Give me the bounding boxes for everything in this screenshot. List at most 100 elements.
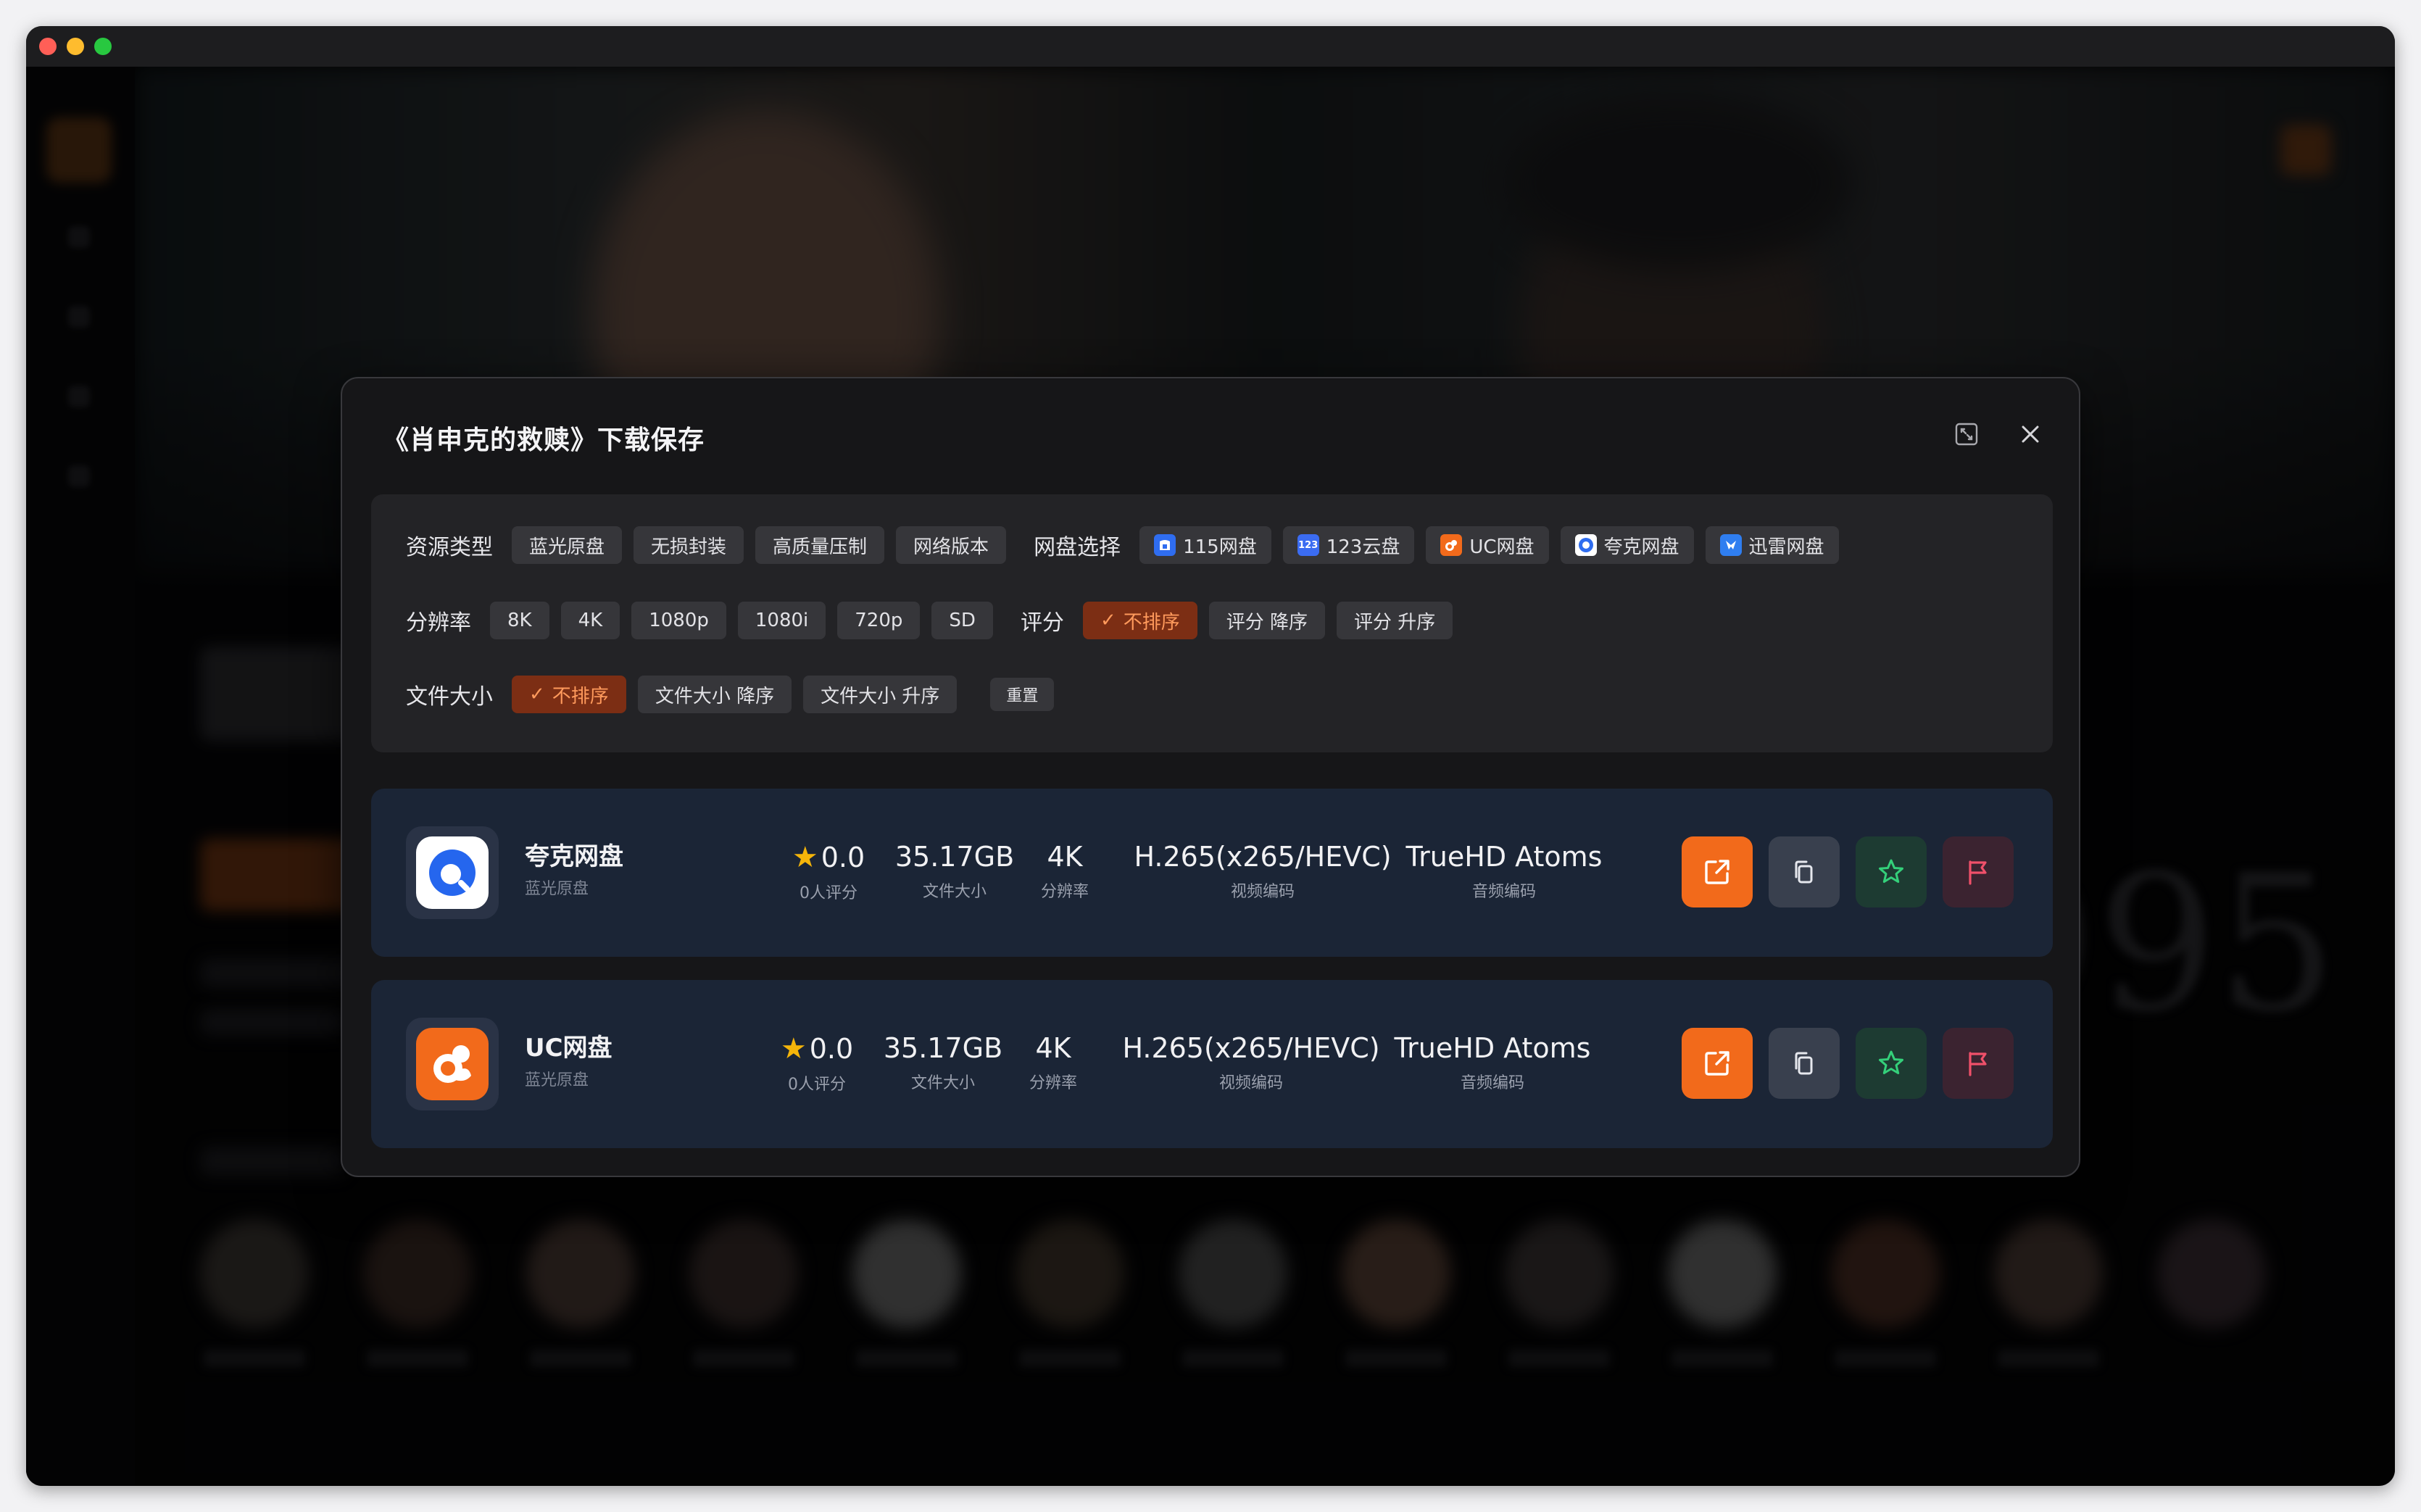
quark-app-icon xyxy=(416,836,489,909)
resource-type-option[interactable]: 网络版本 xyxy=(896,526,1007,564)
result-card: 夸克网盘 蓝光原盘 ★ 0.0 0人评分 35.17GB 文件大小 4K 分辨率 … xyxy=(371,789,2053,957)
size-value: 35.17GB xyxy=(883,1032,1003,1064)
copy-link-button[interactable] xyxy=(1769,836,1840,907)
file-size-option[interactable]: 文件大小 升序 xyxy=(803,676,958,713)
reset-button[interactable]: 重置 xyxy=(990,678,1055,711)
close-dialog-button[interactable] xyxy=(2014,418,2047,451)
dialog-title: 《肖申克的救赎》下载保存 xyxy=(383,425,705,455)
rating-stat: ★ 0.0 0人评分 xyxy=(781,841,876,903)
rating-value: 0.0 xyxy=(821,842,865,873)
external-link-icon xyxy=(1705,1051,1729,1076)
external-link-icon xyxy=(1705,860,1729,884)
video-codec-value: H.265(x265/HEVC) xyxy=(1122,1032,1380,1064)
app-window: 995 《肖申克的救赎》下载保存 xyxy=(26,26,2395,1486)
115-drive-icon xyxy=(1154,534,1176,556)
favorite-button[interactable] xyxy=(1856,1028,1927,1099)
expand-icon xyxy=(1955,423,1978,446)
drive-option-quark[interactable]: 夸克网盘 xyxy=(1560,526,1694,564)
app-icon-container xyxy=(406,826,499,919)
copy-icon xyxy=(1795,860,1813,884)
resolution-stat-label: 分辨率 xyxy=(1040,883,1089,901)
resolution-stat-label: 分辨率 xyxy=(1029,1074,1077,1092)
app-icon-container xyxy=(406,1018,499,1110)
download-save-dialog: 《肖申克的救赎》下载保存 资源类型 蓝光原盘 无损封装 高质量压制 网络版本 网… xyxy=(341,377,2080,1177)
report-button[interactable] xyxy=(1943,1028,2014,1099)
size-label: 文件大小 xyxy=(910,1074,975,1092)
drive-option-xunlei[interactable]: 迅雷网盘 xyxy=(1705,526,1839,564)
result-card: UC网盘 蓝光原盘 ★ 0.0 0人评分 35.17GB 文件大小 4K 分辨率 … xyxy=(371,980,2053,1148)
size-value: 35.17GB xyxy=(894,841,1015,873)
uc-drive-icon xyxy=(1440,534,1463,556)
drive-option-label: UC网盘 xyxy=(1469,536,1535,558)
drive-option-uc[interactable]: UC网盘 xyxy=(1426,526,1549,564)
resolution-option[interactable]: 1080i xyxy=(737,602,826,639)
file-size-label: 文件大小 xyxy=(406,684,493,710)
audio-codec-stat: TrueHD Atoms 音频编码 xyxy=(1399,841,1609,902)
fullscreen-button[interactable] xyxy=(1950,418,1983,451)
result-source-type: 蓝光原盘 xyxy=(525,880,589,898)
rating-value: 0.0 xyxy=(809,1033,854,1065)
copy-link-button[interactable] xyxy=(1769,1028,1840,1099)
drive-option-label: 123云盘 xyxy=(1326,536,1400,558)
filter-row-file-size: 文件大小 ✓ 不排序 文件大小 降序 文件大小 升序 重置 xyxy=(406,676,1066,713)
audio-codec-label: 音频编码 xyxy=(1471,883,1536,901)
size-stat: 35.17GB 文件大小 xyxy=(881,1032,1005,1093)
star-outline-icon xyxy=(1879,1050,1903,1074)
rating-option-selected[interactable]: ✓ 不排序 xyxy=(1082,602,1197,639)
resource-type-option[interactable]: 无损封装 xyxy=(634,526,744,564)
video-codec-label: 视频编码 xyxy=(1230,883,1295,901)
resource-type-option[interactable]: 高质量压制 xyxy=(755,526,885,564)
check-icon: ✓ xyxy=(529,684,545,705)
result-drive-name: 夸克网盘 xyxy=(525,842,623,871)
audio-codec-value: TrueHD Atoms xyxy=(1405,841,1603,873)
resolution-option[interactable]: 4K xyxy=(560,602,620,639)
drive-option-115[interactable]: 115网盘 xyxy=(1139,526,1271,564)
drive-option-label: 115网盘 xyxy=(1183,536,1257,558)
filter-row-resolution-rating: 分辨率 8K 4K 1080p 1080i 720p SD 评分 ✓ 不排序 评… xyxy=(406,602,1464,639)
star-icon: ★ xyxy=(780,1032,807,1066)
open-link-button[interactable] xyxy=(1682,836,1753,907)
uc-app-icon xyxy=(416,1028,489,1100)
resolution-option[interactable]: 8K xyxy=(490,602,549,639)
star-icon: ★ xyxy=(792,841,818,874)
file-size-option-selected[interactable]: ✓ 不排序 xyxy=(512,676,626,713)
close-window-button[interactable] xyxy=(39,38,57,55)
result-drive-name: UC网盘 xyxy=(525,1034,612,1063)
minimize-window-button[interactable] xyxy=(67,38,84,55)
video-codec-label: 视频编码 xyxy=(1218,1074,1283,1092)
resolution-option[interactable]: SD xyxy=(931,602,993,639)
drive-option-label: 夸克网盘 xyxy=(1603,536,1679,558)
drive-select-label: 网盘选择 xyxy=(1034,535,1121,560)
drive-option-label: 迅雷网盘 xyxy=(1748,536,1824,558)
rating-label: 评分 xyxy=(1020,610,1064,636)
rating-stat: ★ 0.0 0人评分 xyxy=(770,1032,864,1094)
resolution-stat: 4K 分辨率 xyxy=(1032,841,1097,902)
resolution-option[interactable]: 1080p xyxy=(631,602,726,639)
video-codec-stat: H.265(x265/HEVC) 视频编码 xyxy=(1122,1032,1380,1093)
filter-row-type-drive: 资源类型 蓝光原盘 无损封装 高质量压制 网络版本 网盘选择 115网盘 123… xyxy=(406,526,1851,564)
copy-icon xyxy=(1795,1052,1813,1075)
video-codec-value: H.265(x265/HEVC) xyxy=(1134,841,1392,873)
flag-icon xyxy=(1969,1052,1987,1076)
rating-option[interactable]: 评分 升序 xyxy=(1337,602,1453,639)
file-size-option[interactable]: 文件大小 降序 xyxy=(637,676,792,713)
open-link-button[interactable] xyxy=(1682,1028,1753,1099)
favorite-button[interactable] xyxy=(1856,836,1927,907)
zoom-window-button[interactable] xyxy=(94,38,112,55)
report-button[interactable] xyxy=(1943,836,2014,907)
close-icon xyxy=(2022,425,2039,443)
drive-option-123[interactable]: 123 123云盘 xyxy=(1282,526,1415,564)
result-source-type: 蓝光原盘 xyxy=(525,1071,589,1089)
video-codec-stat: H.265(x265/HEVC) 视频编码 xyxy=(1134,841,1392,902)
size-label: 文件大小 xyxy=(922,883,987,901)
rating-option[interactable]: 评分 降序 xyxy=(1208,602,1326,639)
flag-icon xyxy=(1969,860,1987,885)
resource-type-option[interactable]: 蓝光原盘 xyxy=(512,526,623,564)
resolution-option[interactable]: 720p xyxy=(837,602,921,639)
quark-drive-icon xyxy=(1574,534,1597,556)
resolution-stat: 4K 分辨率 xyxy=(1021,1032,1086,1093)
rating-count: 0人评分 xyxy=(800,884,857,902)
resource-type-label: 资源类型 xyxy=(406,535,493,560)
resolution-label: 分辨率 xyxy=(406,610,471,636)
audio-codec-value: TrueHD Atoms xyxy=(1394,1032,1591,1064)
